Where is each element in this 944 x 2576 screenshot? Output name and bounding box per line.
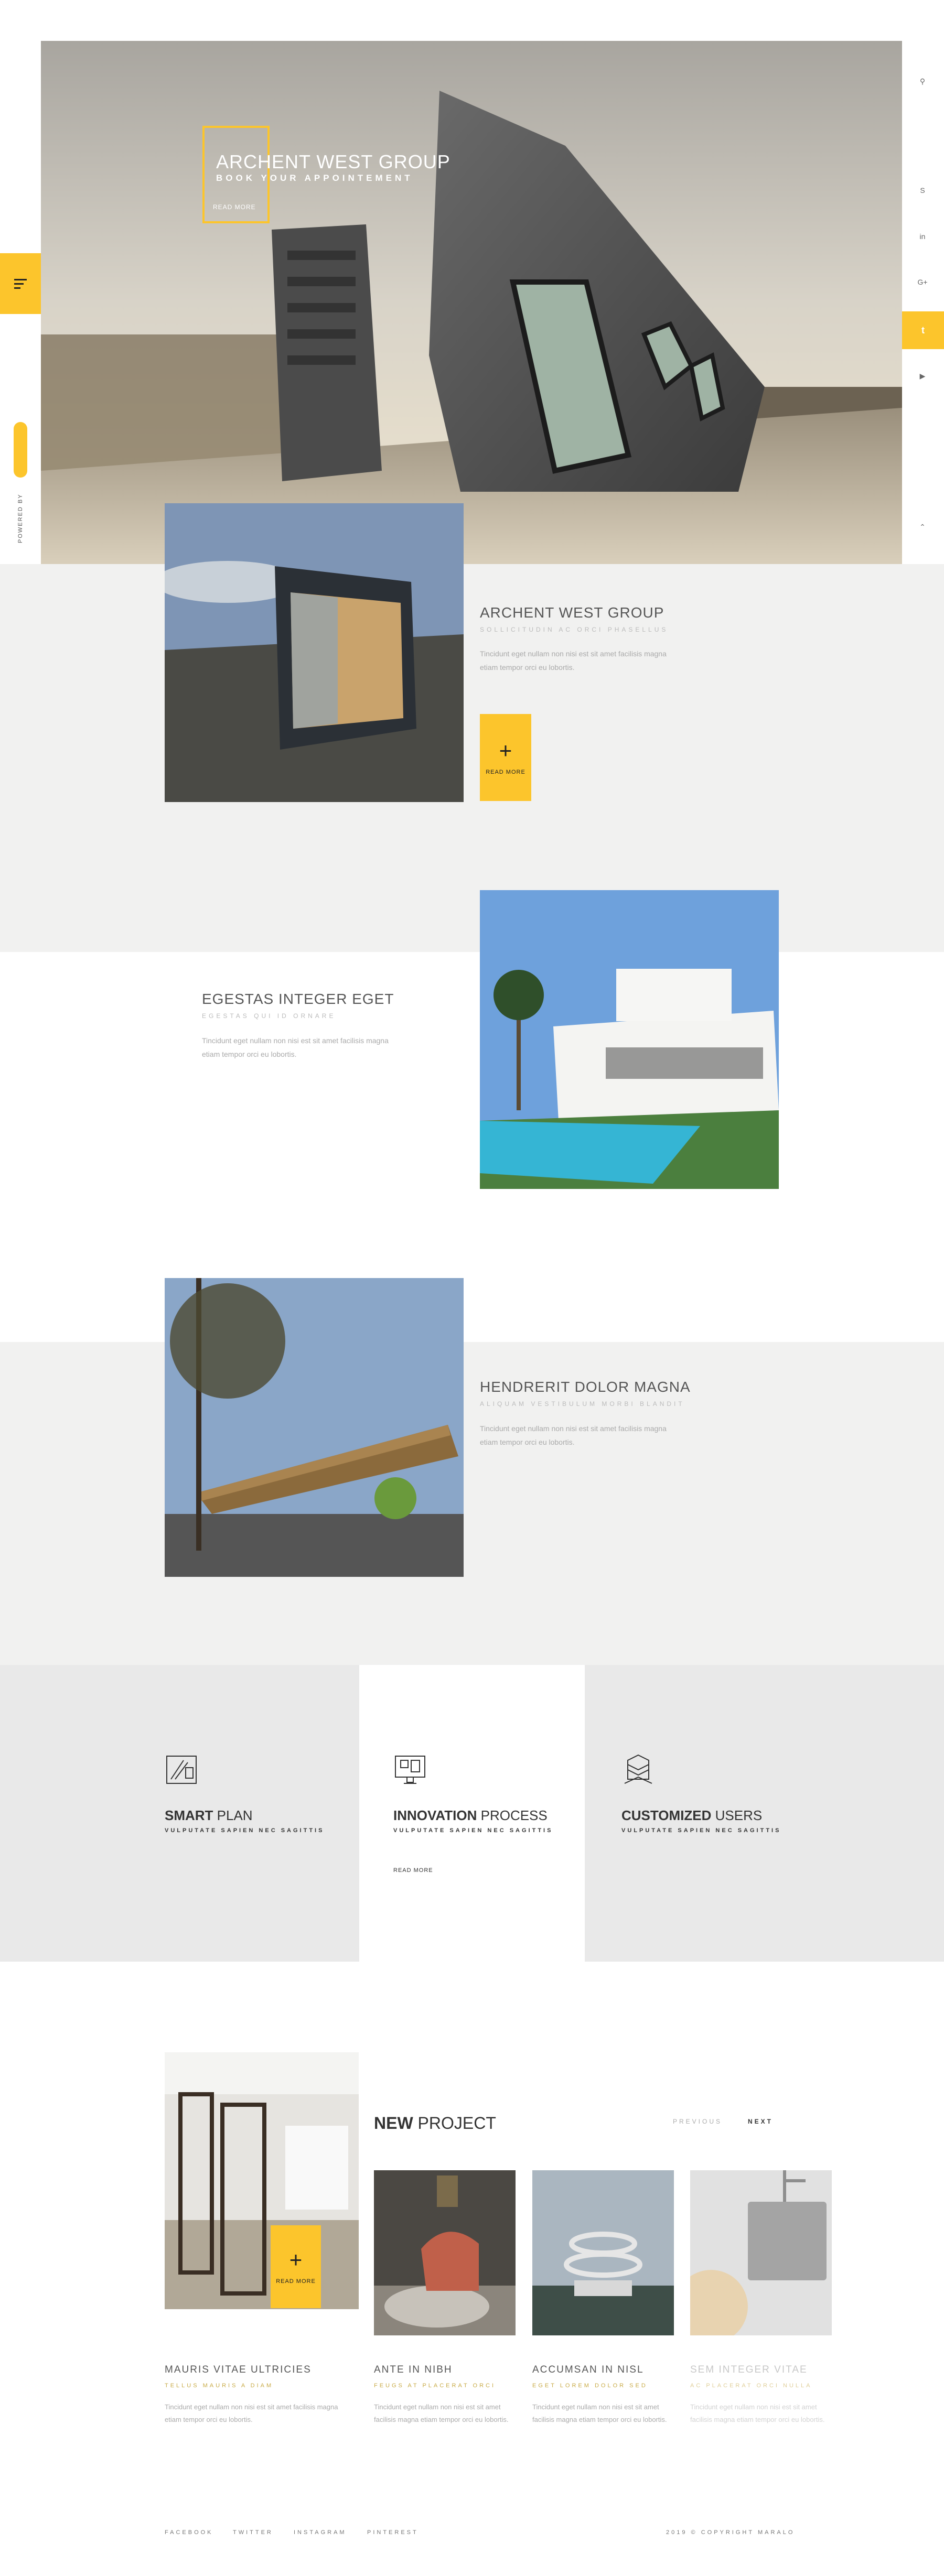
menu-toggle-button[interactable] (0, 253, 41, 314)
feature-innovation-process: INNOVATION PROCESS VULPUTATE SAPIEN NEC … (393, 1665, 582, 1962)
section-3-image (165, 1278, 464, 1577)
project-4-subtitle: AC PLACERAT ORCI NULLA (690, 2383, 812, 2389)
project-4-title: SEM INTEGER VITAE (690, 2364, 808, 2375)
hero-title: ARCHENT WEST GROUP (216, 151, 450, 172)
project-3-body: Tincidunt eget nullam non nisi est sit a… (532, 2403, 667, 2423)
feature-3-subtitle: VULPUTATE SAPIEN NEC SAGITTIS (621, 1827, 781, 1834)
blueprint-icon (166, 1756, 197, 1784)
footer-copyright: 2019 © COPYRIGHT MARALO (666, 2529, 795, 2536)
feature-2-title: INNOVATION PROCESS (393, 1807, 548, 1823)
section-2-body: Tincidunt eget nullam non nisi est sit a… (202, 1036, 389, 1058)
section-1-image (165, 503, 464, 802)
section-1-body: Tincidunt eget nullam non nisi est sit a… (480, 650, 667, 672)
feature-3-title: CUSTOMIZED USERS (621, 1807, 763, 1823)
powered-by-label: POWERED BY (17, 493, 24, 543)
section-1-subtitle: SOLLICITUDIN AC ORCI PHASELLUS (480, 626, 669, 633)
project-2-title: ANTE IN NIBH (374, 2364, 453, 2375)
project-2-subtitle: FEUGS AT PLACERAT ORCI (374, 2383, 496, 2389)
feature-1-subtitle: VULPUTATE SAPIEN NEC SAGITTIS (165, 1827, 325, 1834)
section-2-title: EGESTAS INTEGER EGET (202, 991, 394, 1007)
feature-2-subtitle: VULPUTATE SAPIEN NEC SAGITTIS (393, 1827, 553, 1834)
new-project-heading: NEW PROJECT (374, 2114, 496, 2133)
project-1-body: Tincidunt eget nullam non nisi est sit a… (165, 2403, 338, 2423)
section-1-read-more-button[interactable]: + READ MORE (480, 714, 531, 801)
project-1-image[interactable] (374, 2170, 516, 2335)
skype-icon[interactable]: S (915, 182, 930, 198)
section-1-title: ARCHENT WEST GROUP (480, 604, 664, 621)
section-1-read-more-label: READ MORE (486, 769, 525, 775)
footer-link-pinterest[interactable]: PINTEREST (367, 2529, 419, 2536)
feature-1-title: SMART PLAN (165, 1807, 253, 1823)
section-3-subtitle: ALIQUAM VESTIBULUM MORBI BLANDIT (480, 1400, 685, 1408)
section-3-body: Tincidunt eget nullam non nisi est sit a… (480, 1424, 667, 1446)
project-1-subtitle: TELLUS MAURIS A DIAM (165, 2383, 274, 2389)
google-plus-icon[interactable]: G+ (915, 274, 930, 290)
section-2-subtitle: EGESTAS QUI ID ORNARE (202, 1012, 336, 1020)
project-read-more-label: READ MORE (276, 2278, 316, 2285)
project-4-body: Tincidunt eget nullam non nisi est sit a… (690, 2403, 825, 2423)
plus-icon: + (289, 2247, 303, 2272)
plus-icon: + (499, 738, 512, 763)
hero-read-more-link[interactable]: READ MORE (213, 203, 256, 211)
project-feature-image (165, 2052, 359, 2309)
project-2-body: Tincidunt eget nullam non nisi est sit a… (374, 2403, 509, 2423)
chevron-up-icon[interactable]: ⌃ (915, 519, 930, 535)
building-icon (624, 1754, 652, 1784)
search-icon[interactable]: ⚲ (915, 73, 930, 89)
feature-smart-plan: SMART PLAN VULPUTATE SAPIEN NEC SAGITTIS (165, 1665, 359, 1962)
previous-button[interactable]: PREVIOUS (673, 2118, 722, 2125)
linkedin-icon[interactable]: in (915, 229, 930, 244)
feature-2-read-more-link[interactable]: READ MORE (393, 1867, 433, 1874)
project-1-title: MAURIS VITAE ULTRICIES (165, 2364, 312, 2375)
hero-subtitle: BOOK YOUR APPOINTEMENT (216, 173, 413, 183)
hamburger-icon (14, 276, 27, 291)
hero-banner: ARCHENT WEST GROUP BOOK YOUR APPOINTEMEN… (41, 41, 902, 564)
youtube-icon[interactable]: ▶ (915, 368, 930, 384)
project-2-image[interactable] (532, 2170, 674, 2335)
section-3-title: HENDRERIT DOLOR MAGNA (480, 1379, 691, 1395)
twitter-icon[interactable]: t (902, 311, 944, 349)
footer-link-twitter[interactable]: TWITTER (233, 2529, 273, 2536)
section-band-3 (0, 1342, 944, 1665)
footer-link-instagram[interactable]: INSTAGRAM (294, 2529, 347, 2536)
project-3-subtitle: EGET LOREM DOLOR SED (532, 2383, 648, 2389)
hero-building-image (41, 41, 902, 564)
project-3-title: ACCUMSAN IN NISL (532, 2364, 644, 2375)
project-3-image[interactable] (690, 2170, 832, 2335)
project-read-more-button[interactable]: + READ MORE (271, 2225, 321, 2308)
feature-customized-users: CUSTOMIZED USERS VULPUTATE SAPIEN NEC SA… (621, 1665, 842, 1962)
powered-by-badge[interactable]: POWERED BY (13, 422, 28, 543)
page: ARCHENT WEST GROUP BOOK YOUR APPOINTEMEN… (0, 0, 944, 2576)
section-band-1 (0, 564, 944, 952)
monitor-plan-icon (395, 1756, 425, 1784)
footer-link-facebook[interactable]: FACEBOOK (165, 2529, 213, 2536)
section-2-image (480, 890, 779, 1189)
next-button[interactable]: NEXT (748, 2118, 773, 2125)
